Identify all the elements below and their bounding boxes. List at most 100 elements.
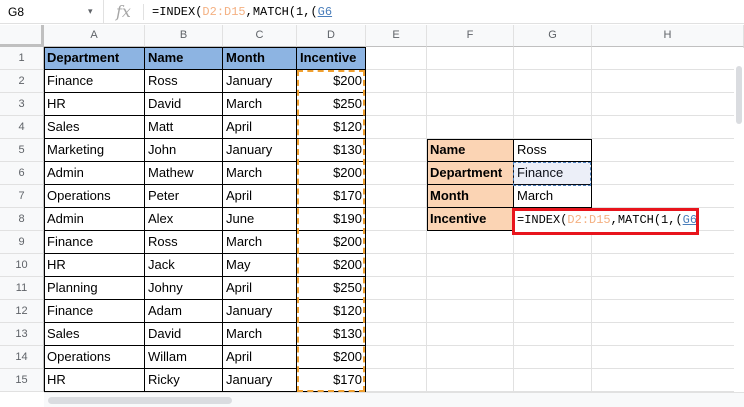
grid-cell[interactable] [592,323,744,346]
row-header-3[interactable]: 3 [0,93,44,116]
table-cell[interactable]: $170 [297,185,366,208]
table-cell[interactable]: Admin [44,162,145,185]
table-header-cell[interactable]: Month [223,47,297,70]
table-cell[interactable]: HR [44,369,145,392]
row-header-5[interactable]: 5 [0,139,44,162]
table-cell[interactable]: Adam [145,300,223,323]
grid-cell[interactable] [427,47,514,70]
grid-cell[interactable] [592,185,744,208]
table-cell[interactable]: April [223,116,297,139]
row-header-8[interactable]: 8 [0,208,44,231]
table-cell[interactable]: January [223,300,297,323]
grid-cell[interactable] [592,47,744,70]
table-cell[interactable]: $120 [297,300,366,323]
table-cell[interactable]: HR [44,254,145,277]
table-cell[interactable]: Finance [44,70,145,93]
row-header-15[interactable]: 15 [0,369,44,392]
row-header-14[interactable]: 14 [0,346,44,369]
grid-cell[interactable] [592,93,744,116]
table-cell[interactable]: Planning [44,277,145,300]
grid-cell[interactable] [514,254,592,277]
column-header-e[interactable]: E [366,25,427,47]
column-header-f[interactable]: F [427,25,514,47]
grid-cell[interactable] [366,185,427,208]
grid-cell[interactable] [514,70,592,93]
horizontal-scroll-thumb[interactable] [48,397,232,404]
grid-cell[interactable] [366,231,427,254]
grid-cell[interactable] [366,346,427,369]
table-cell[interactable]: $130 [297,139,366,162]
vertical-scroll-thumb[interactable] [736,66,742,124]
table-cell[interactable]: Ross [145,70,223,93]
grid-cell[interactable] [427,93,514,116]
row-header-10[interactable]: 10 [0,254,44,277]
grid-cell[interactable] [427,346,514,369]
table-cell[interactable]: Johny [145,277,223,300]
column-header-c[interactable]: C [223,25,297,47]
grid-cell[interactable] [366,300,427,323]
column-header-a[interactable]: A [44,25,145,47]
table-cell[interactable]: Sales [44,323,145,346]
table-cell[interactable]: April [223,277,297,300]
table-cell[interactable]: $200 [297,231,366,254]
row-header-13[interactable]: 13 [0,323,44,346]
row-header-7[interactable]: 7 [0,185,44,208]
table-cell[interactable]: HR [44,93,145,116]
grid-cell[interactable] [366,47,427,70]
table-cell[interactable]: January [223,70,297,93]
table-cell[interactable]: April [223,346,297,369]
table-cell[interactable]: David [145,93,223,116]
grid-cell[interactable] [514,47,592,70]
table-cell[interactable]: $200 [297,346,366,369]
table-cell[interactable]: Admin [44,208,145,231]
row-header-2[interactable]: 2 [0,70,44,93]
table-cell[interactable]: $250 [297,93,366,116]
table-cell[interactable]: Operations [44,346,145,369]
table-cell[interactable]: $250 [297,277,366,300]
grid-cell[interactable] [366,70,427,93]
grid-cell[interactable] [366,208,427,231]
formula-input[interactable]: =INDEX(D2:D15,MATCH(1,(G6 [152,5,332,19]
table-header-cell[interactable]: Department [44,47,145,70]
grid-cell[interactable] [427,323,514,346]
lookup-value-cell[interactable]: Ross [514,139,592,162]
table-cell[interactable]: Finance [44,300,145,323]
grid-cell[interactable] [592,70,744,93]
horizontal-scrollbar[interactable] [44,392,744,407]
column-header-g[interactable]: G [514,25,592,47]
table-cell[interactable]: May [223,254,297,277]
grid-cell[interactable] [514,277,592,300]
column-header-h[interactable]: H [592,25,744,47]
lookup-label-cell[interactable]: Department [427,162,514,185]
grid-cell[interactable] [427,300,514,323]
grid-cell[interactable] [514,369,592,392]
table-cell[interactable]: Sales [44,116,145,139]
table-cell[interactable]: Ricky [145,369,223,392]
vertical-scrollbar[interactable] [734,48,744,392]
table-cell[interactable]: Peter [145,185,223,208]
table-header-cell[interactable]: Incentive [297,47,366,70]
grid-cell[interactable] [592,300,744,323]
row-header-11[interactable]: 11 [0,277,44,300]
grid-cell[interactable] [514,300,592,323]
table-cell[interactable]: David [145,323,223,346]
table-cell[interactable]: $200 [297,254,366,277]
table-cell[interactable]: Marketing [44,139,145,162]
table-cell[interactable]: $120 [297,116,366,139]
grid-cell[interactable] [366,116,427,139]
table-cell[interactable]: January [223,139,297,162]
grid-cell[interactable] [366,323,427,346]
column-header-b[interactable]: B [145,25,223,47]
grid-cell[interactable] [592,116,744,139]
table-cell[interactable]: March [223,93,297,116]
table-cell[interactable]: April [223,185,297,208]
row-header-9[interactable]: 9 [0,231,44,254]
table-cell[interactable]: Mathew [145,162,223,185]
grid-cell[interactable] [592,139,744,162]
grid-cell[interactable] [427,277,514,300]
table-cell[interactable]: Finance [44,231,145,254]
lookup-label-cell[interactable]: Incentive [427,208,514,231]
grid-cell[interactable] [592,254,744,277]
lookup-label-cell[interactable]: Month [427,185,514,208]
table-cell[interactable]: Matt [145,116,223,139]
